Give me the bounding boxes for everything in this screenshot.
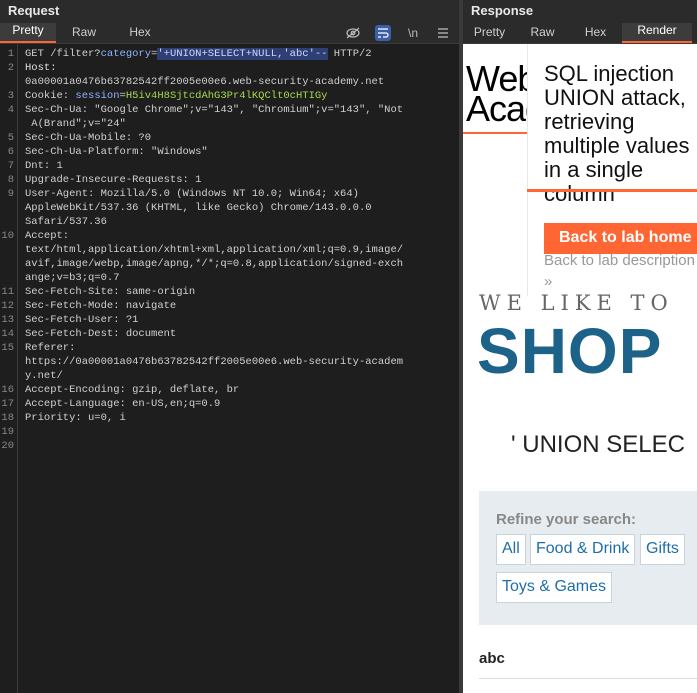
shop-tagline: WE LIKE TO <box>479 291 674 315</box>
request-toolbar: \n <box>345 25 451 41</box>
header-line-cont: text/html,application/xhtml+xml,applicat… <box>25 244 404 256</box>
filter-gifts[interactable]: Gifts <box>640 534 685 565</box>
header-line-cont: y.net/ <box>25 370 63 382</box>
header-line: Sec-Fetch-User: ?1 <box>25 314 139 326</box>
request-title: Request <box>0 0 459 22</box>
response-title: Response <box>463 0 697 22</box>
line-number: 19 <box>1 426 14 438</box>
result-divider <box>479 678 697 679</box>
line-number: 6 <box>7 146 14 158</box>
header-line-cont: Safari/537.36 <box>25 216 107 228</box>
tab-render[interactable]: Render <box>622 23 692 43</box>
sec-ch-ua-header: Sec-Ch-Ua: "Google Chrome";v="143", "Chr… <box>25 104 404 116</box>
header-line: Dnt: 1 <box>25 160 63 172</box>
line-number: 12 <box>1 300 14 312</box>
back-to-lab-home-button[interactable]: Back to lab home <box>544 223 697 254</box>
header-line-cont: avif,image/webp,image/apng,*/*;q=0.8,app… <box>25 258 404 270</box>
chevron-right-icon: » <box>544 273 553 290</box>
line-number: 16 <box>1 384 14 396</box>
header-line-cont: https://0a00001a0476b63782542ff2005e00e6… <box>25 356 404 368</box>
tab-raw[interactable]: Raw <box>516 25 569 43</box>
line-number: 14 <box>1 328 14 340</box>
header-line: Sec-Fetch-Dest: document <box>25 328 177 340</box>
rendered-page: Web Acad SQL injection UNION attack, ret… <box>463 44 697 693</box>
back-to-lab-description-link[interactable]: Back to lab description <box>544 252 695 269</box>
line-number: 13 <box>1 314 14 326</box>
line-number: 18 <box>1 412 14 424</box>
refine-label: Refine your search: <box>496 511 637 528</box>
wrap-icon[interactable] <box>375 25 391 41</box>
shop-heading: SHOP <box>477 315 663 387</box>
lab-title: SQL injection UNION attack, retrieving m… <box>544 61 690 206</box>
tab-raw[interactable]: Raw <box>56 25 112 43</box>
line-number: 7 <box>7 160 14 172</box>
header-line: Accept: <box>25 230 70 242</box>
header-line: Accept-Language: en-US,en;q=0.9 <box>25 398 221 410</box>
request-tabs: Pretty Raw Hex \n <box>0 22 459 44</box>
header-line: Accept-Encoding: gzip, deflate, br <box>25 384 240 396</box>
header-line: Referer: <box>25 342 76 354</box>
line-number: 17 <box>1 398 14 410</box>
search-term-heading: ' UNION SELEC <box>511 431 685 458</box>
tab-pretty[interactable]: Pretty <box>463 25 516 43</box>
line-number: 10 <box>1 230 14 242</box>
response-pane: Response Pretty Raw Hex Render Web Acad … <box>463 0 697 693</box>
host-header-name: Host: <box>25 62 57 74</box>
response-tabs: Pretty Raw Hex Render <box>463 22 697 44</box>
line-number: 2 <box>7 62 14 74</box>
filter-all[interactable]: All <box>496 534 526 565</box>
line-number: 4 <box>7 104 14 116</box>
header-line-cont: AppleWebKit/537.36 (KHTML, like Gecko) C… <box>25 202 372 214</box>
tab-pretty[interactable]: Pretty <box>0 23 56 43</box>
header-line: Upgrade-Insecure-Requests: 1 <box>25 174 202 186</box>
eye-off-icon[interactable] <box>345 25 361 41</box>
filter-food-drink[interactable]: Food & Drink <box>530 534 636 565</box>
result-item: abc <box>479 650 505 667</box>
tab-hex[interactable]: Hex <box>112 25 168 43</box>
header-line: Sec-Ch-Ua-Platform: "Windows" <box>25 146 208 158</box>
burp-repeater-window: Request Pretty Raw Hex \n 1 GET /filter?c… <box>0 0 697 693</box>
request-pane: Request Pretty Raw Hex \n 1 GET /filter?c… <box>0 0 459 693</box>
header-line: Priority: u=0, i <box>25 412 126 424</box>
host-header-value: 0a00001a0476b63782542ff2005e00e6.web-sec… <box>25 76 385 88</box>
line-number: 8 <box>7 174 14 186</box>
header-line: Sec-Ch-Ua-Mobile: ?0 <box>25 132 152 144</box>
header-line: Sec-Fetch-Site: same-origin <box>25 286 196 298</box>
filter-toys-games[interactable]: Toys & Games <box>496 572 613 603</box>
line-number: 9 <box>7 188 14 200</box>
request-editor[interactable]: 1 GET /filter?category='+UNION+SELECT+NUL… <box>0 44 459 693</box>
request-line: GET /filter?category='+UNION+SELECT+NULL… <box>25 48 372 60</box>
newline-toggle[interactable]: \n <box>405 25 421 41</box>
line-number: 20 <box>1 440 14 452</box>
line-number: 3 <box>7 90 14 102</box>
header-line: Sec-Fetch-Mode: navigate <box>25 300 177 312</box>
line-number: 5 <box>7 132 14 144</box>
banner-divider <box>527 189 697 192</box>
header-line-cont: ange;v=b3;q=0.7 <box>25 272 120 284</box>
header-line: User-Agent: Mozilla/5.0 (Windows NT 10.0… <box>25 188 359 200</box>
cookie-header: Cookie: session=H5iv4H8SjtcdAhG3Pr4lKQCl… <box>25 90 328 102</box>
filter-panel: Refine your search: All Food & Drink Gif… <box>479 491 697 625</box>
line-number: 15 <box>1 342 14 354</box>
tab-hex[interactable]: Hex <box>569 25 622 43</box>
injected-payload: '+UNION+SELECT+NULL,'abc'-- <box>157 48 328 60</box>
sec-ch-ua-header-cont: A(Brand";v="24" <box>25 118 126 130</box>
line-number: 1 <box>7 48 14 60</box>
line-number: 11 <box>1 286 14 298</box>
menu-icon[interactable] <box>435 25 451 41</box>
